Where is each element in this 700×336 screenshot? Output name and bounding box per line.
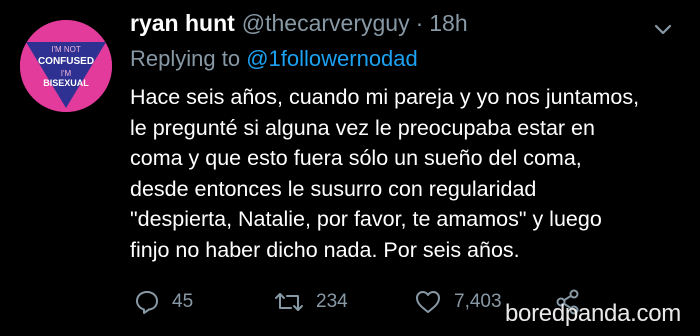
heart-icon [416, 291, 440, 313]
like-button[interactable]: 7,403 [414, 285, 502, 319]
tweet-card[interactable]: I'M NOT CONFUSED I'M BISEXUAL ryan hunt … [0, 0, 700, 336]
avatar-text-line3: I'M [61, 69, 72, 78]
avatar-text-line1: I'M NOT [51, 45, 81, 54]
chevron-down-icon[interactable] [652, 18, 674, 40]
avatar[interactable]: I'M NOT CONFUSED I'M BISEXUAL [20, 20, 112, 112]
tweet-text-line: le pregunté si alguna vez le preocupaba … [130, 115, 595, 140]
replying-to-prefix: Replying to [130, 46, 241, 71]
reply-button[interactable]: 45 [134, 285, 193, 319]
like-count: 7,403 [454, 291, 502, 312]
display-name[interactable]: ryan hunt [130, 10, 235, 37]
user-handle[interactable]: @thecarveryguy [242, 10, 410, 37]
retweet-icon [275, 293, 303, 311]
tweet-text-line: finjo no haber dicho nada. Por seis años… [130, 237, 520, 262]
timestamp[interactable]: 18h [429, 10, 467, 37]
tweet-text-line: coma y que esto fuera sólo un sueño del … [130, 146, 582, 170]
separator-dot: · [415, 10, 424, 36]
reply-icon [136, 291, 158, 314]
avatar-text-line4: BISEXUAL [43, 78, 89, 88]
retweet-count: 234 [316, 291, 348, 312]
avatar-text-line2: CONFUSED [38, 56, 94, 67]
replying-to-line: Replying to @1followernodad [130, 46, 418, 72]
avatar-image: I'M NOT CONFUSED I'M BISEXUAL [20, 20, 112, 112]
retweet-button[interactable]: 234 [274, 285, 348, 319]
tweet-text-line: desde entonces le susurro con regularida… [130, 176, 537, 201]
tweet-text: Hace seis años, cuando mi pareja y yo no… [130, 82, 695, 265]
tweet-header: ryan hunt @thecarveryguy · 18h [130, 10, 468, 44]
tweet-text-line: "despierta, Natalie, por favor, te amamo… [130, 207, 602, 231]
reply-count: 45 [172, 291, 194, 312]
tweet-text-line: Hace seis años, cuando mi pareja y yo no… [130, 85, 640, 109]
replying-to-mention[interactable]: @1followernodad [246, 46, 418, 71]
watermark: boredpanda.com [505, 300, 681, 327]
